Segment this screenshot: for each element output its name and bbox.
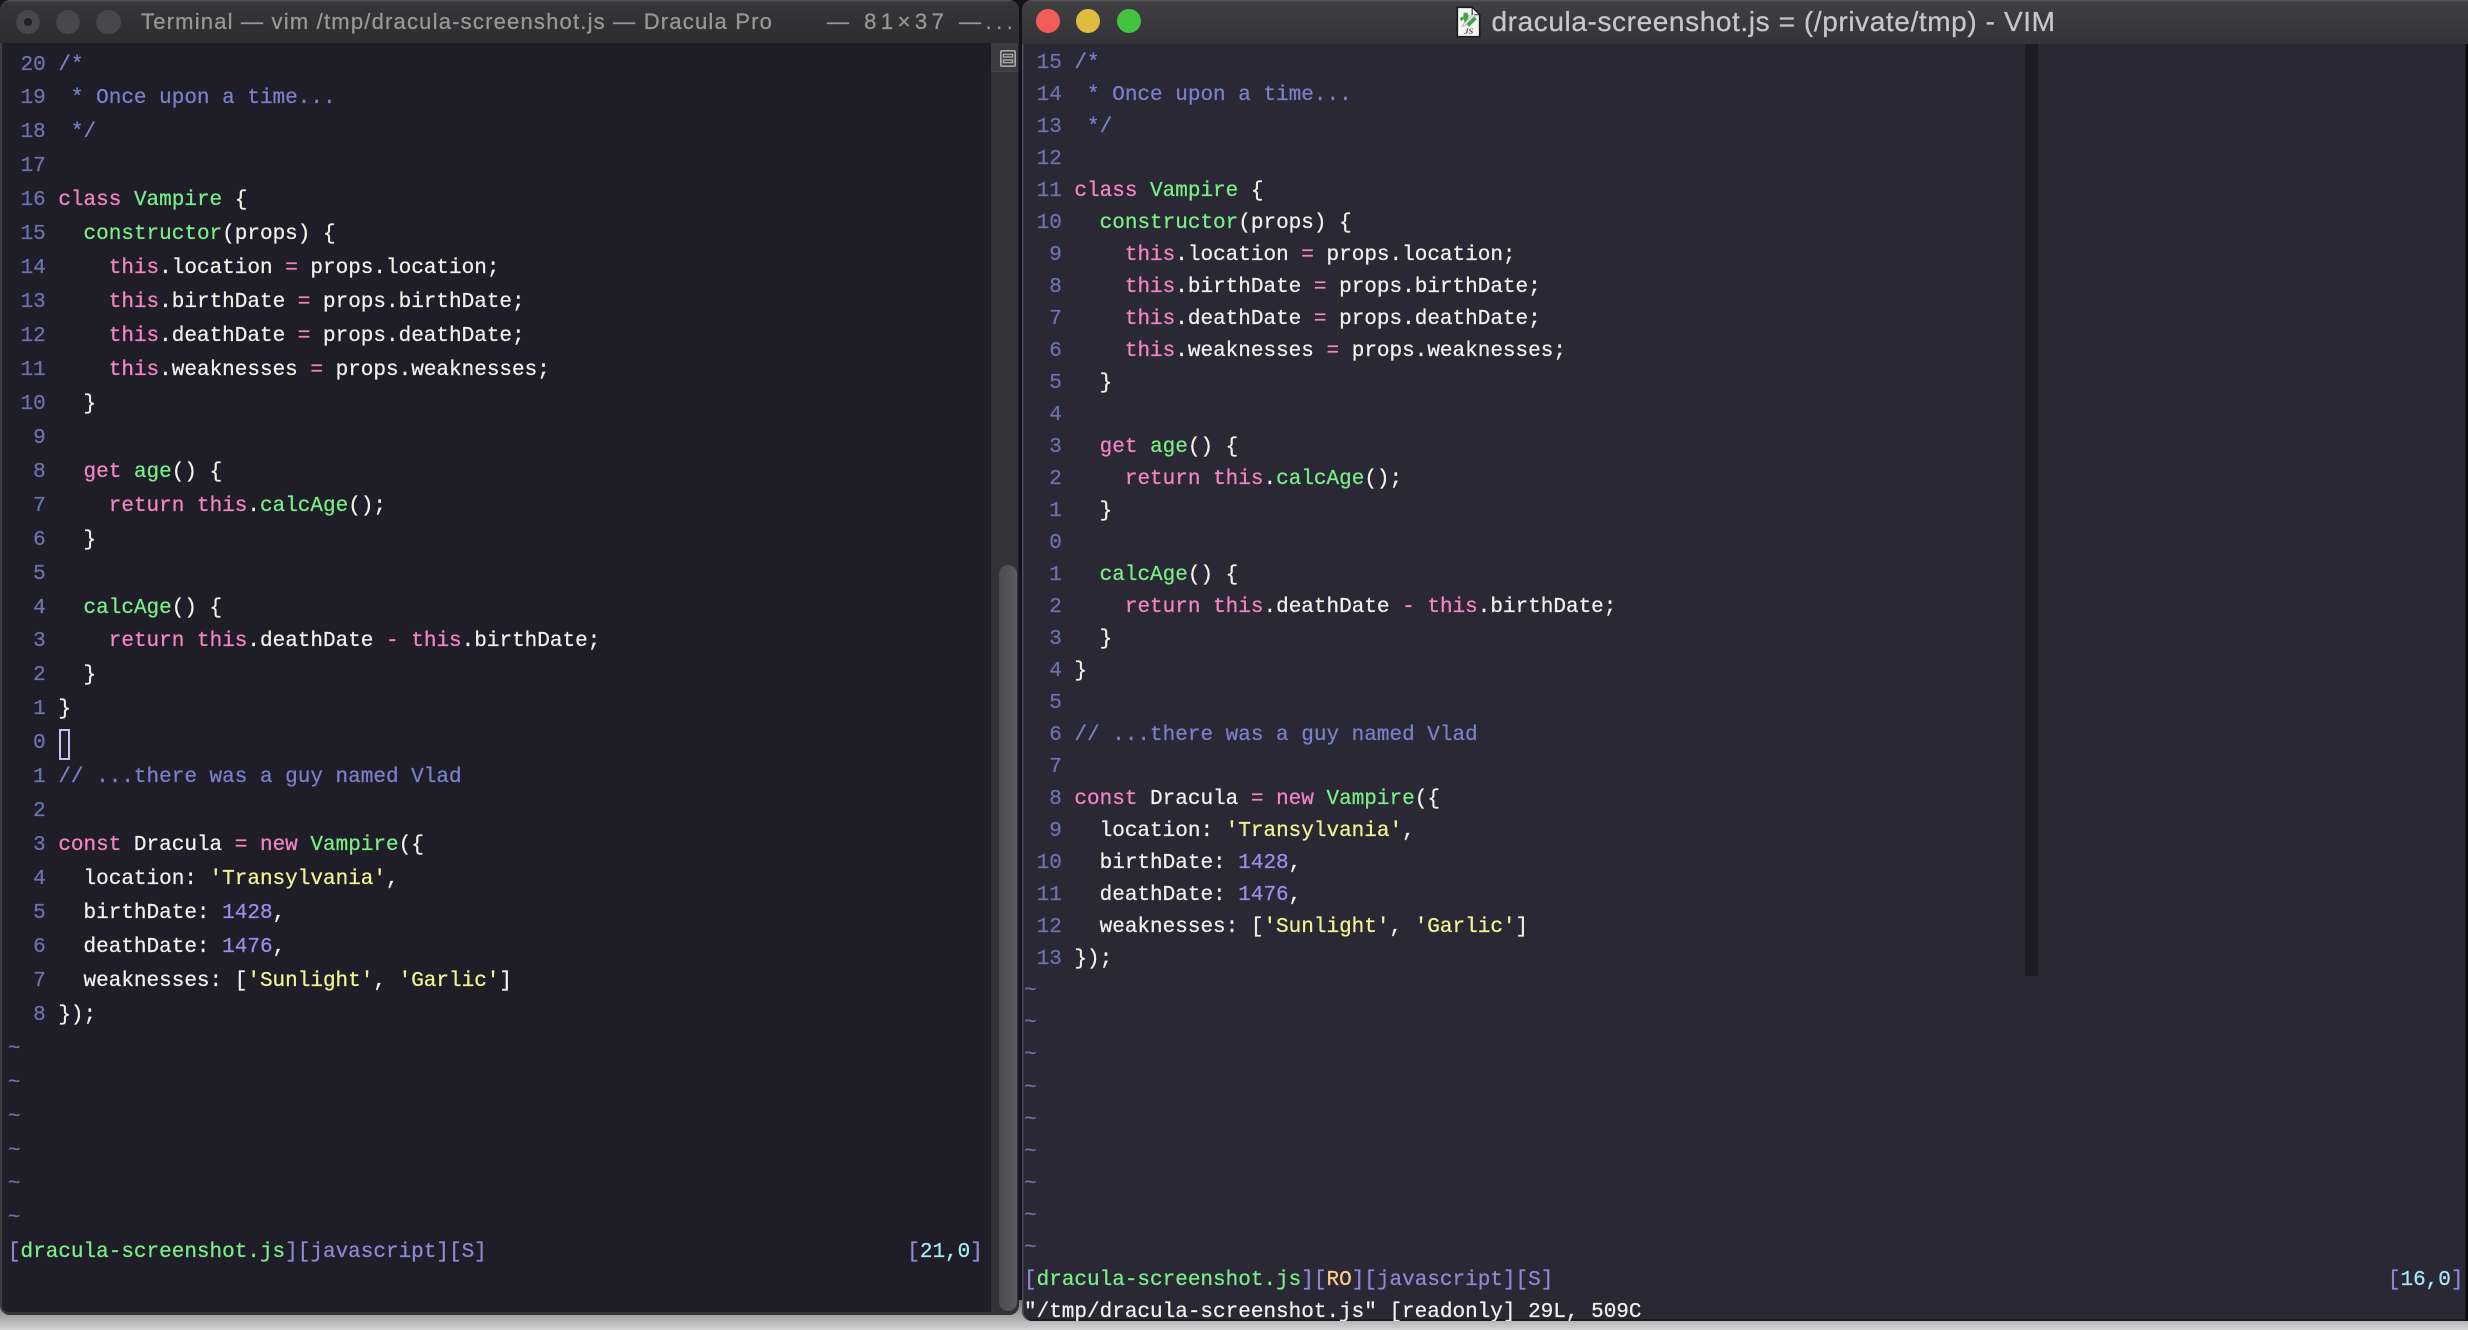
svg-text:JS: JS [1463,26,1473,36]
